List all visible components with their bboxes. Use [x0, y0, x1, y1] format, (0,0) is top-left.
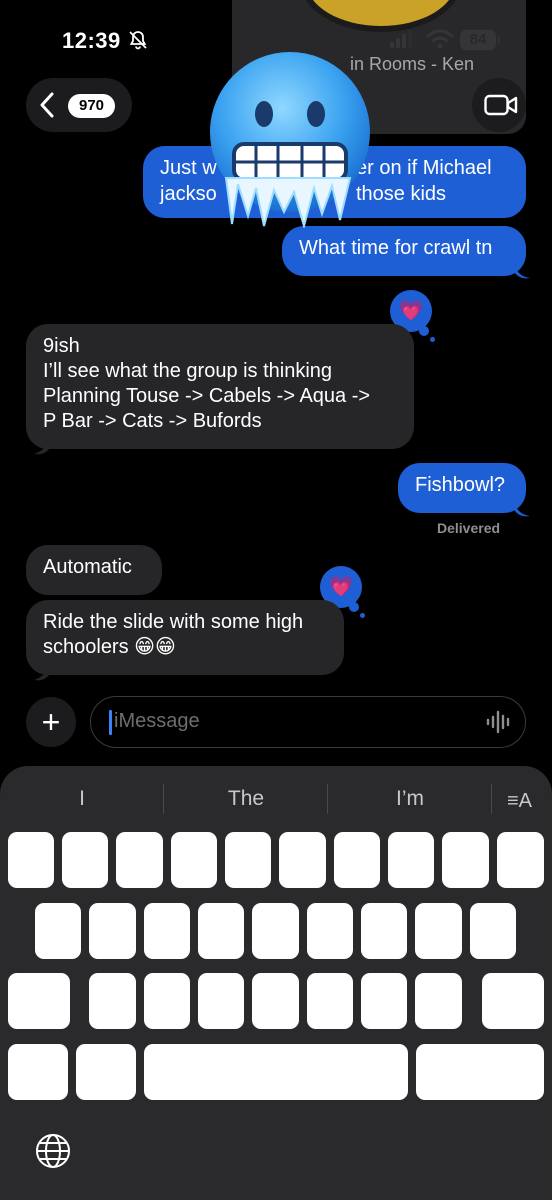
message-bubble-incoming[interactable]: Automatic — [26, 545, 162, 595]
tapback-bubble-dot — [360, 613, 365, 618]
suggestion-2[interactable]: The — [166, 787, 326, 811]
message-line: 9ish — [43, 335, 80, 357]
unread-count-badge: 970 — [68, 94, 116, 118]
bubble-tail — [34, 438, 50, 455]
message-bubble-incoming[interactable]: 9ish I’ll see what the group is thinking… — [26, 324, 414, 449]
suggestion-3[interactable]: I’m — [330, 787, 490, 811]
message-line: Ride the slide with some high — [43, 611, 304, 633]
keyboard-key[interactable] — [198, 903, 244, 959]
keyboard-key[interactable] — [415, 973, 462, 1029]
keyboard-key[interactable] — [225, 832, 271, 888]
keyboard-key[interactable] — [144, 973, 190, 1029]
keyboard-key[interactable] — [334, 832, 380, 888]
tapback-bubble-dot — [430, 337, 435, 342]
cold-face-emoji — [210, 52, 370, 228]
keyboard-key[interactable] — [307, 973, 353, 1029]
keyboard-key[interactable] — [361, 973, 407, 1029]
message-text: er on if Michael — [356, 157, 492, 179]
suggestion-divider — [163, 784, 164, 814]
return-key[interactable] — [416, 1044, 544, 1100]
tapback-bubble-dot — [419, 326, 429, 336]
keyboard-key[interactable] — [497, 832, 544, 888]
keyboard-key[interactable] — [8, 832, 54, 888]
message-input-placeholder: iMessage — [114, 710, 200, 732]
message-line: I’ll see what the group is thinking — [43, 360, 333, 382]
heart-reaction-glyph: 💗 — [398, 300, 424, 322]
keyboard-key[interactable] — [252, 973, 299, 1029]
keyboard-key[interactable] — [307, 903, 353, 959]
keyboard-key[interactable] — [252, 903, 299, 959]
heart-reaction-glyph: 💗 — [328, 576, 354, 598]
text-cursor — [109, 710, 112, 735]
delete-key[interactable] — [482, 973, 544, 1029]
message-line: P Bar -> Cats -> Bufords — [43, 410, 262, 432]
video-camera-icon — [484, 94, 518, 116]
status-time: 12:39 — [62, 28, 121, 53]
bubble-tail — [514, 500, 530, 517]
bell-slash-icon — [129, 31, 147, 50]
keyboard-key[interactable] — [442, 832, 489, 888]
keyboard-key[interactable] — [388, 832, 434, 888]
emoji-key[interactable] — [76, 1044, 136, 1100]
keyboard-key[interactable] — [470, 903, 516, 959]
suggestion-divider — [491, 784, 492, 814]
keyboard-key[interactable] — [415, 903, 462, 959]
suggestion-divider — [327, 784, 328, 814]
keyboard-key[interactable] — [89, 973, 136, 1029]
message-line: Planning Touse -> Cabels -> Aqua -> — [43, 385, 371, 407]
keyboard-key[interactable] — [198, 973, 244, 1029]
message-bubble-incoming[interactable]: Ride the slide with some high schoolers … — [26, 600, 344, 675]
shift-key[interactable] — [8, 973, 70, 1029]
delivered-status: Delivered — [437, 520, 501, 536]
globe-icon[interactable] — [34, 1132, 72, 1170]
bubble-tail — [34, 664, 50, 681]
numbers-key[interactable] — [8, 1044, 68, 1100]
keyboard-key[interactable] — [279, 832, 326, 888]
bubble-tail — [514, 262, 530, 279]
space-key[interactable] — [144, 1044, 408, 1100]
keyboard-key[interactable] — [144, 903, 190, 959]
text-format-icon[interactable]: ≡A — [507, 790, 532, 813]
chevron-left-icon — [40, 92, 54, 118]
keyboard-key[interactable] — [89, 903, 136, 959]
keyboard-key[interactable] — [171, 832, 217, 888]
message-line: schoolers 😁😁 — [43, 636, 176, 658]
plus-icon: + — [41, 704, 61, 740]
keyboard-key[interactable] — [361, 903, 407, 959]
keyboard-key[interactable] — [35, 903, 81, 959]
suggestion-1[interactable]: I — [2, 787, 162, 811]
waveform-icon[interactable] — [484, 708, 514, 736]
tapback-bubble-dot — [349, 602, 359, 612]
message-bubble-outgoing[interactable]: Fishbowl? — [398, 463, 526, 513]
keyboard-key[interactable] — [116, 832, 163, 888]
message-bubble-outgoing[interactable]: What time for crawl tn — [282, 226, 526, 276]
keyboard-key[interactable] — [62, 832, 108, 888]
